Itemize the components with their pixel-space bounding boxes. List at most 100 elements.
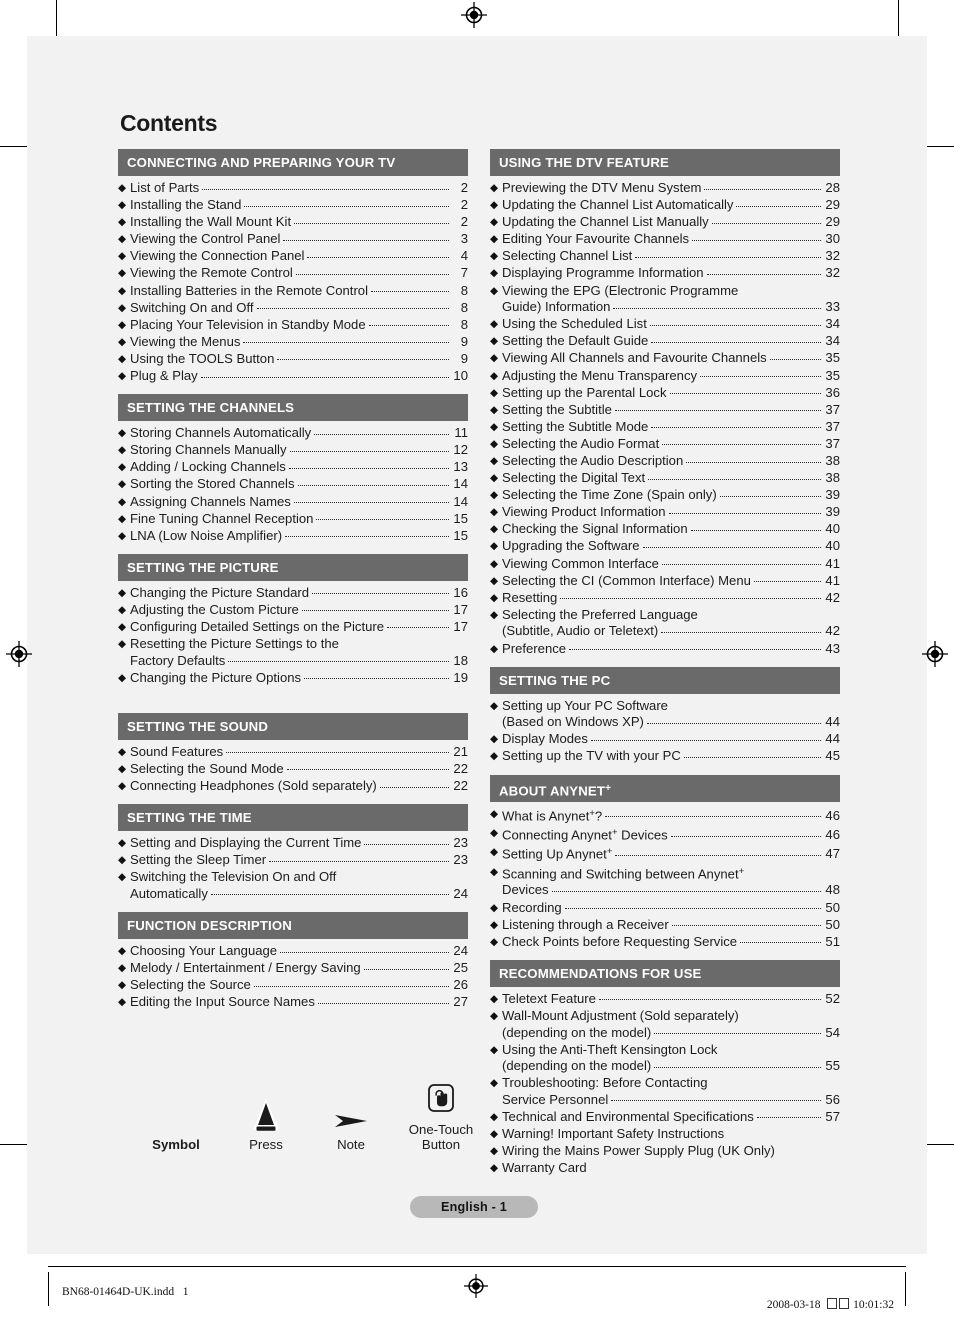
toc-item-label-text: Using the TOOLS Button: [130, 350, 275, 366]
toc-item[interactable]: ◆ Selecting the CI (Common Interface) Men…: [490, 573, 840, 590]
toc-item[interactable]: ◆ Connecting Headphones (Sold separately)…: [118, 778, 468, 795]
toc-item[interactable]: ◆ Viewing Common Interface 41: [490, 556, 840, 573]
toc-item[interactable]: ◆ Sound Features 21: [118, 744, 468, 761]
toc-item[interactable]: ◆ Selecting the Audio Description 38: [490, 453, 840, 470]
toc-item[interactable]: ◆ List of Parts 2: [118, 180, 468, 197]
toc-item[interactable]: ◆ Changing the Picture Options 19: [118, 670, 468, 687]
toc-item[interactable]: ◆ Configuring Detailed Settings on the Pi…: [118, 619, 468, 636]
toc-item[interactable]: ◆ Resetting 42: [490, 590, 840, 607]
toc-item[interactable]: ◆ Viewing the Control Panel 3: [118, 231, 468, 248]
toc-item[interactable]: ◆ Selecting the Audio Format 37: [490, 436, 840, 453]
toc-item-body: Using the Scheduled List 34: [502, 316, 840, 333]
toc-item[interactable]: ◆ Changing the Picture Standard 16: [118, 585, 468, 602]
toc-item[interactable]: ◆ Installing the Wall Mount Kit 2: [118, 214, 468, 231]
toc-item[interactable]: ◆ Updating the Channel List Automatically…: [490, 197, 840, 214]
toc-item[interactable]: ◆ Resetting the Picture Settings to the Fa…: [118, 636, 468, 669]
toc-item[interactable]: ◆ Viewing Product Information 39: [490, 504, 840, 521]
toc-item[interactable]: ◆ Preference 43: [490, 641, 840, 658]
toc-item[interactable]: ◆ Listening through a Receiver 50: [490, 917, 840, 934]
toc-item[interactable]: ◆ Viewing the Menus 9: [118, 334, 468, 351]
toc-item-label: Previewing the DTV Menu System: [502, 180, 701, 197]
toc-item[interactable]: ◆ What is Anynet+? 46: [490, 806, 840, 825]
toc-item[interactable]: ◆ Warning! Important Safety Instructions: [490, 1126, 840, 1143]
diamond-bullet-icon: ◆: [118, 250, 127, 263]
toc-item[interactable]: ◆ Technical and Environmental Specificati…: [490, 1109, 840, 1126]
toc-item[interactable]: ◆ Wiring the Mains Power Supply Plug (UK …: [490, 1143, 840, 1160]
toc-item-label-text: Configuring Detailed Settings on the Pic…: [130, 618, 385, 634]
diamond-bullet-icon: ◆: [490, 846, 499, 859]
legend-entry-one-touch: One-Touch Button: [394, 1078, 488, 1152]
toc-item[interactable]: ◆ Setting the Default Guide 34: [490, 333, 840, 350]
toc-page-number: 39: [825, 487, 840, 503]
toc-item[interactable]: ◆ Teletext Feature 52: [490, 991, 840, 1008]
toc-item[interactable]: ◆ Viewing the Connection Panel 4: [118, 248, 468, 265]
toc-item[interactable]: ◆ Adjusting the Custom Picture 17: [118, 602, 468, 619]
toc-item[interactable]: ◆ Selecting the Sound Mode 22: [118, 761, 468, 778]
toc-item[interactable]: ◆ Installing the Stand 2: [118, 197, 468, 214]
toc-item[interactable]: ◆ Selecting the Time Zone (Spain only) 39: [490, 487, 840, 504]
toc-item-body: Displaying Programme Information 32: [502, 265, 840, 282]
dot-leader: [269, 860, 449, 862]
toc-item-label: Installing Batteries in the Remote Contr…: [130, 283, 368, 300]
toc-section: CONNECTING AND PREPARING YOUR TV ◆ List of…: [118, 149, 468, 385]
toc-item[interactable]: ◆ Switching the Television On and Off Auto…: [118, 869, 468, 902]
toc-item-line: Selecting the Sound Mode 22: [130, 761, 468, 778]
toc-item[interactable]: ◆ Updating the Channel List Manually 29: [490, 214, 840, 231]
superscript-plus: +: [738, 865, 745, 877]
toc-item[interactable]: ◆ Using the TOOLS Button 9: [118, 351, 468, 368]
toc-item[interactable]: ◆ Melody / Entertainment / Energy Saving 2…: [118, 960, 468, 977]
toc-item[interactable]: ◆ Selecting the Digital Text 38: [490, 470, 840, 487]
toc-item[interactable]: ◆ Switching On and Off 8: [118, 300, 468, 317]
toc-item[interactable]: ◆ Connecting Anynet+ Devices 46: [490, 825, 840, 844]
toc-item[interactable]: ◆ Fine Tuning Channel Reception 15: [118, 511, 468, 528]
toc-item[interactable]: ◆ Selecting the Source 26: [118, 977, 468, 994]
toc-item[interactable]: ◆ Viewing the Remote Control 7: [118, 265, 468, 282]
toc-item[interactable]: ◆ Assigning Channels Names 14: [118, 494, 468, 511]
toc-item[interactable]: ◆ Recording 50: [490, 900, 840, 917]
toc-item-line: Installing the Wall Mount Kit 2: [130, 214, 468, 231]
toc-item[interactable]: ◆ Adding / Locking Channels 13: [118, 459, 468, 476]
toc-item-label-text: Viewing the Connection Panel: [130, 248, 305, 264]
diamond-bullet-icon: ◆: [490, 608, 499, 621]
toc-item[interactable]: ◆ Plug & Play 10: [118, 368, 468, 385]
toc-item[interactable]: ◆ Display Modes 44: [490, 731, 840, 748]
toc-item[interactable]: ◆ Setting up the Parental Lock 36: [490, 385, 840, 402]
toc-item-line: Teletext Feature 52: [502, 991, 840, 1008]
toc-item-label: Using the Anti-Theft Kensington Lock: [502, 1042, 717, 1059]
toc-item[interactable]: ◆ Scanning and Switching between Anynet+ D…: [490, 864, 840, 899]
toc-item[interactable]: ◆ Setting up the TV with your PC 45: [490, 748, 840, 765]
toc-item[interactable]: ◆ Choosing Your Language 24: [118, 943, 468, 960]
toc-item[interactable]: ◆ Selecting the Preferred Language (Subtit…: [490, 607, 840, 640]
toc-item[interactable]: ◆ Check Points before Requesting Service 5…: [490, 934, 840, 951]
toc-item[interactable]: ◆ Placing Your Television in Standby Mode…: [118, 317, 468, 334]
toc-item[interactable]: ◆ Checking the Signal Information 40: [490, 521, 840, 538]
toc-item[interactable]: ◆ Setting the Subtitle Mode 37: [490, 419, 840, 436]
toc-item[interactable]: ◆ Installing Batteries in the Remote Cont…: [118, 283, 468, 300]
toc-item[interactable]: ◆ Setting the Subtitle 37: [490, 402, 840, 419]
toc-item[interactable]: ◆ Setting the Sleep Timer 23: [118, 852, 468, 869]
toc-item[interactable]: ◆ Previewing the DTV Menu System 28: [490, 180, 840, 197]
toc-item[interactable]: ◆ Wall-Mount Adjustment (Sold separately)…: [490, 1008, 840, 1041]
toc-item[interactable]: ◆ Setting Up Anynet+ 47: [490, 844, 840, 863]
toc-item[interactable]: ◆ LNA (Low Noise Amplifier) 15: [118, 528, 468, 545]
toc-item-line: Selecting the CI (Common Interface) Menu…: [502, 573, 840, 590]
toc-item[interactable]: ◆ Storing Channels Automatically 11: [118, 425, 468, 442]
toc-item[interactable]: ◆ Sorting the Stored Channels 14: [118, 476, 468, 493]
toc-item[interactable]: ◆ Upgrading the Software 40: [490, 538, 840, 555]
toc-item[interactable]: ◆ Adjusting the Menu Transparency 35: [490, 368, 840, 385]
toc-item-line: Previewing the DTV Menu System 28: [502, 180, 840, 197]
toc-item[interactable]: ◆ Editing the Input Source Names 27: [118, 994, 468, 1011]
toc-item[interactable]: ◆ Viewing All Channels and Favourite Chan…: [490, 350, 840, 367]
toc-item[interactable]: ◆ Viewing the EPG (Electronic Programme Gu…: [490, 283, 840, 316]
toc-item[interactable]: ◆ Selecting Channel List 32: [490, 248, 840, 265]
toc-item-line: Checking the Signal Information 40: [502, 521, 840, 538]
toc-item[interactable]: ◆ Warranty Card: [490, 1160, 840, 1177]
toc-item[interactable]: ◆ Editing Your Favourite Channels 30: [490, 231, 840, 248]
toc-item[interactable]: ◆ Troubleshooting: Before Contacting Servi…: [490, 1075, 840, 1108]
toc-item[interactable]: ◆ Setting and Displaying the Current Time…: [118, 835, 468, 852]
toc-item[interactable]: ◆ Using the Anti-Theft Kensington Lock (de…: [490, 1042, 840, 1075]
toc-item[interactable]: ◆ Storing Channels Manually 12: [118, 442, 468, 459]
toc-item[interactable]: ◆ Displaying Programme Information 32: [490, 265, 840, 282]
toc-item[interactable]: ◆ Using the Scheduled List 34: [490, 316, 840, 333]
toc-item[interactable]: ◆ Setting up Your PC Software (Based on Wi…: [490, 698, 840, 731]
